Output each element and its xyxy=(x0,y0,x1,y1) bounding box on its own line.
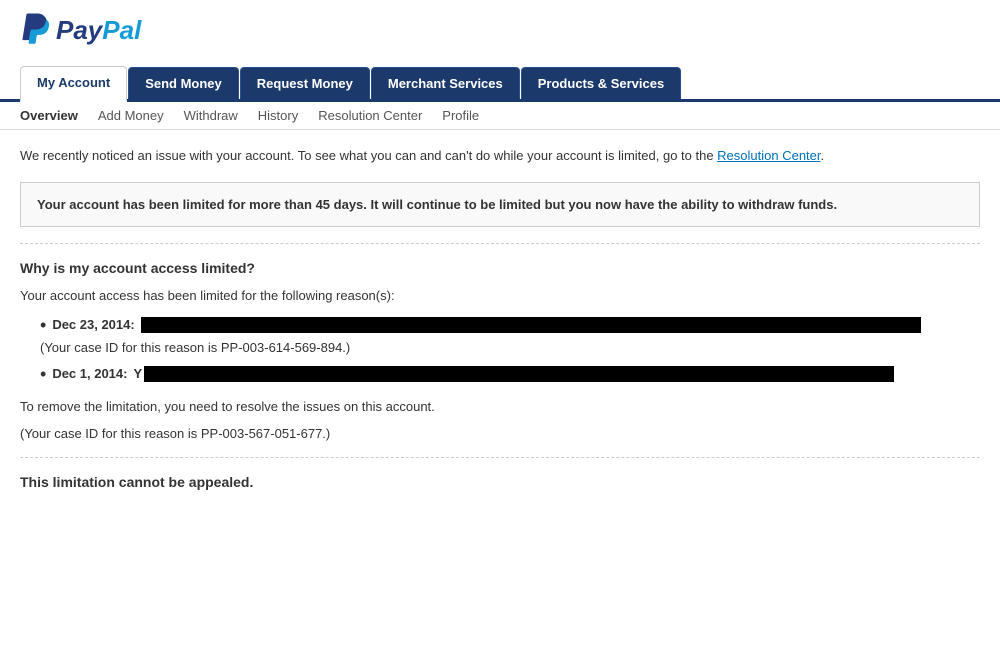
nav-my-account[interactable]: My Account xyxy=(20,66,127,102)
alert-text: Your account has been limited for more t… xyxy=(37,197,837,212)
redacted-bar-2 xyxy=(144,366,894,382)
subnav-overview[interactable]: Overview xyxy=(20,108,78,123)
alert-box: Your account has been limited for more t… xyxy=(20,182,980,228)
subnav-withdraw[interactable]: Withdraw xyxy=(184,108,238,123)
remove-limitation-text: To remove the limitation, you need to re… xyxy=(20,397,980,417)
case-id-1: (Your case ID for this reason is PP-003-… xyxy=(40,340,980,355)
reason-date-2: Dec 1, 2014: xyxy=(52,366,127,381)
header: Pay Pal xyxy=(0,0,1000,66)
nav-merchant-services[interactable]: Merchant Services xyxy=(371,67,520,99)
reason-item-1: • Dec 23, 2014: xyxy=(40,316,980,334)
resolution-center-link[interactable]: Resolution Center xyxy=(717,148,820,163)
redacted-bar-1 xyxy=(141,317,921,333)
divider-1 xyxy=(20,243,980,244)
notice-text-before: We recently noticed an issue with your a… xyxy=(20,148,717,163)
paypal-logo-icon xyxy=(20,12,50,48)
logo-pal: Pal xyxy=(102,15,141,46)
main-content: We recently noticed an issue with your a… xyxy=(0,130,1000,506)
bullet-1: • xyxy=(40,316,46,334)
secondary-nav: Overview Add Money Withdraw History Reso… xyxy=(0,102,1000,130)
logo: Pay Pal xyxy=(20,12,980,48)
nav-request-money[interactable]: Request Money xyxy=(240,67,370,99)
limitation-cannot-appealed: This limitation cannot be appealed. xyxy=(20,474,980,490)
reason-date-1: Dec 23, 2014: xyxy=(52,317,134,332)
subnav-add-money[interactable]: Add Money xyxy=(98,108,164,123)
logo-pay: Pay xyxy=(56,15,102,46)
logo-text: Pay Pal xyxy=(56,15,141,46)
subnav-history[interactable]: History xyxy=(258,108,298,123)
primary-nav: My Account Send Money Request Money Merc… xyxy=(0,66,1000,102)
notice-text-after: . xyxy=(821,148,825,163)
intro-text: Your account access has been limited for… xyxy=(20,286,980,306)
reason-prefix-2: Y xyxy=(133,366,142,381)
bullet-2: • xyxy=(40,365,46,383)
case-id-second: (Your case ID for this reason is PP-003-… xyxy=(20,426,980,441)
divider-2 xyxy=(20,457,980,458)
subnav-profile[interactable]: Profile xyxy=(442,108,479,123)
nav-send-money[interactable]: Send Money xyxy=(128,67,239,99)
reason-item-2: • Dec 1, 2014: Y xyxy=(40,365,980,383)
nav-products-services[interactable]: Products & Services xyxy=(521,67,681,99)
subnav-resolution-center[interactable]: Resolution Center xyxy=(318,108,422,123)
section-heading-why-limited: Why is my account access limited? xyxy=(20,260,980,276)
notice-paragraph: We recently noticed an issue with your a… xyxy=(20,146,980,166)
